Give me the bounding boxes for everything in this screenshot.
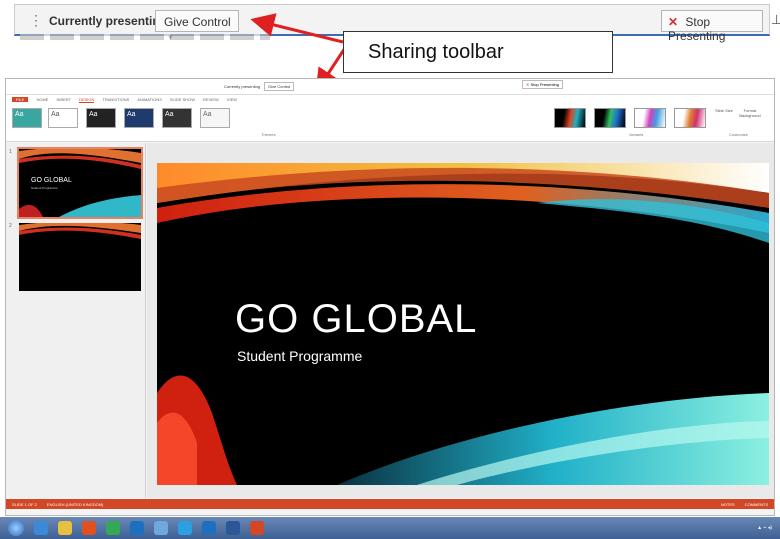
thumbnail-number: 2 (9, 223, 12, 229)
slide-thumbnail[interactable]: GO GLOBAL Student Programme (17, 147, 143, 219)
tab-design[interactable]: DESIGN (79, 97, 95, 103)
slide-thumbnail[interactable] (19, 223, 141, 291)
slide-counter: SLIDE 1 OF 2 (12, 501, 37, 507)
drag-grip-icon[interactable]: ⋮ (29, 13, 43, 29)
lync-icon[interactable] (178, 521, 192, 535)
theme-option[interactable]: Aa (162, 108, 192, 128)
customize-group-label: Customize (729, 132, 748, 137)
tab-slide-show[interactable]: SLIDE SHOW (170, 97, 195, 102)
powerpoint-window: Currently presenting Give Control ✕ Stop… (5, 78, 775, 516)
close-icon: ✕ (668, 15, 679, 29)
toolbar-underlay (20, 34, 270, 40)
variant-option[interactable] (554, 108, 586, 128)
pin-icon[interactable]: ⊥ (771, 12, 780, 28)
give-control-button[interactable]: Give Control ▾ (155, 10, 239, 42)
slide-size-button[interactable]: Slide Size (714, 108, 734, 113)
design-ribbon: Aa Aa Aa Aa Aa Aa Themes Variants Slide … (6, 104, 774, 142)
start-button-icon[interactable] (8, 520, 24, 536)
mini-give-control-button[interactable]: Give Control (264, 81, 295, 91)
thumbnail-art (19, 223, 141, 239)
folder-icon[interactable] (58, 521, 72, 535)
mini-stop-presenting-button[interactable]: ✕ Stop Presenting (522, 80, 563, 89)
notes-button[interactable]: NOTES (721, 502, 735, 507)
screenshot-root: ⋮ Currently presenting Give Control ▾ ✕ … (0, 0, 780, 539)
slide-editor: GO GLOBAL Student Programme (147, 143, 774, 498)
ribbon-tabs: FILE HOME INSERT DESIGN TRANSITIONS ANIM… (6, 95, 774, 104)
sharing-toolbar-callout: Sharing toolbar (343, 31, 613, 73)
variants-group-label: Variants (629, 132, 644, 137)
comments-button[interactable]: COMMENTS (745, 502, 768, 507)
tab-view[interactable]: VIEW (227, 97, 237, 102)
mini-status-label: Currently presenting (224, 83, 261, 89)
variant-option[interactable] (674, 108, 706, 128)
themes-group-label: Themes (261, 132, 276, 137)
media-player-icon[interactable] (82, 521, 96, 535)
mini-stop-label: Stop Presenting (530, 82, 559, 87)
slide-subtitle[interactable]: Student Programme (237, 348, 362, 364)
variant-option[interactable] (594, 108, 626, 128)
thumbnail-subtitle: Student Programme (31, 186, 58, 190)
mini-sharing-toolbar: Currently presenting Give Control (224, 80, 295, 92)
thumbnail-number: 1 (9, 149, 12, 155)
theme-option[interactable]: Aa (200, 108, 230, 128)
close-icon: ✕ (526, 82, 530, 87)
theme-option[interactable]: Aa (86, 108, 116, 128)
outlook-icon[interactable] (130, 521, 144, 535)
title-bar: Currently presenting Give Control ✕ Stop… (6, 79, 774, 95)
currently-presenting-label: Currently presenting (49, 14, 168, 28)
theme-option[interactable]: Aa (12, 108, 42, 128)
format-background-button[interactable]: Format Background (736, 108, 764, 118)
status-bar: SLIDE 1 OF 2 ENGLISH (UNITED KINGDOM) NO… (6, 499, 774, 509)
tab-file[interactable]: FILE (12, 97, 29, 102)
tab-review[interactable]: REVIEW (203, 97, 219, 102)
tab-insert[interactable]: INSERT (56, 97, 71, 102)
tab-animations[interactable]: ANIMATIONS (137, 97, 162, 102)
thumbnail-title: GO GLOBAL (31, 177, 72, 184)
tab-transitions[interactable]: TRANSITIONS (102, 97, 129, 102)
ie-icon[interactable] (34, 521, 48, 535)
slide-thumbnail-pane: 1 GO GLOBAL Student Programme 2 (6, 143, 146, 498)
slide-title[interactable]: GO GLOBAL (235, 297, 477, 342)
windows-taskbar: ▲ ⌁ ◂) (0, 517, 780, 539)
language-indicator[interactable]: ENGLISH (UNITED KINGDOM) (47, 502, 103, 507)
theme-option[interactable]: Aa (124, 108, 154, 128)
theme-option[interactable]: Aa (48, 108, 78, 128)
powerpoint-icon[interactable] (250, 521, 264, 535)
current-slide[interactable]: GO GLOBAL Student Programme (157, 163, 769, 485)
tab-home[interactable]: HOME (36, 97, 48, 102)
word-icon[interactable] (226, 521, 240, 535)
system-tray[interactable]: ▲ ⌁ ◂) (757, 525, 780, 531)
variant-option[interactable] (634, 108, 666, 128)
app-icon[interactable] (154, 521, 168, 535)
outlook-icon[interactable] (202, 521, 216, 535)
chrome-icon[interactable] (106, 521, 120, 535)
give-control-label: Give Control (164, 15, 231, 29)
stop-presenting-button[interactable]: ✕ Stop Presenting (661, 10, 763, 43)
